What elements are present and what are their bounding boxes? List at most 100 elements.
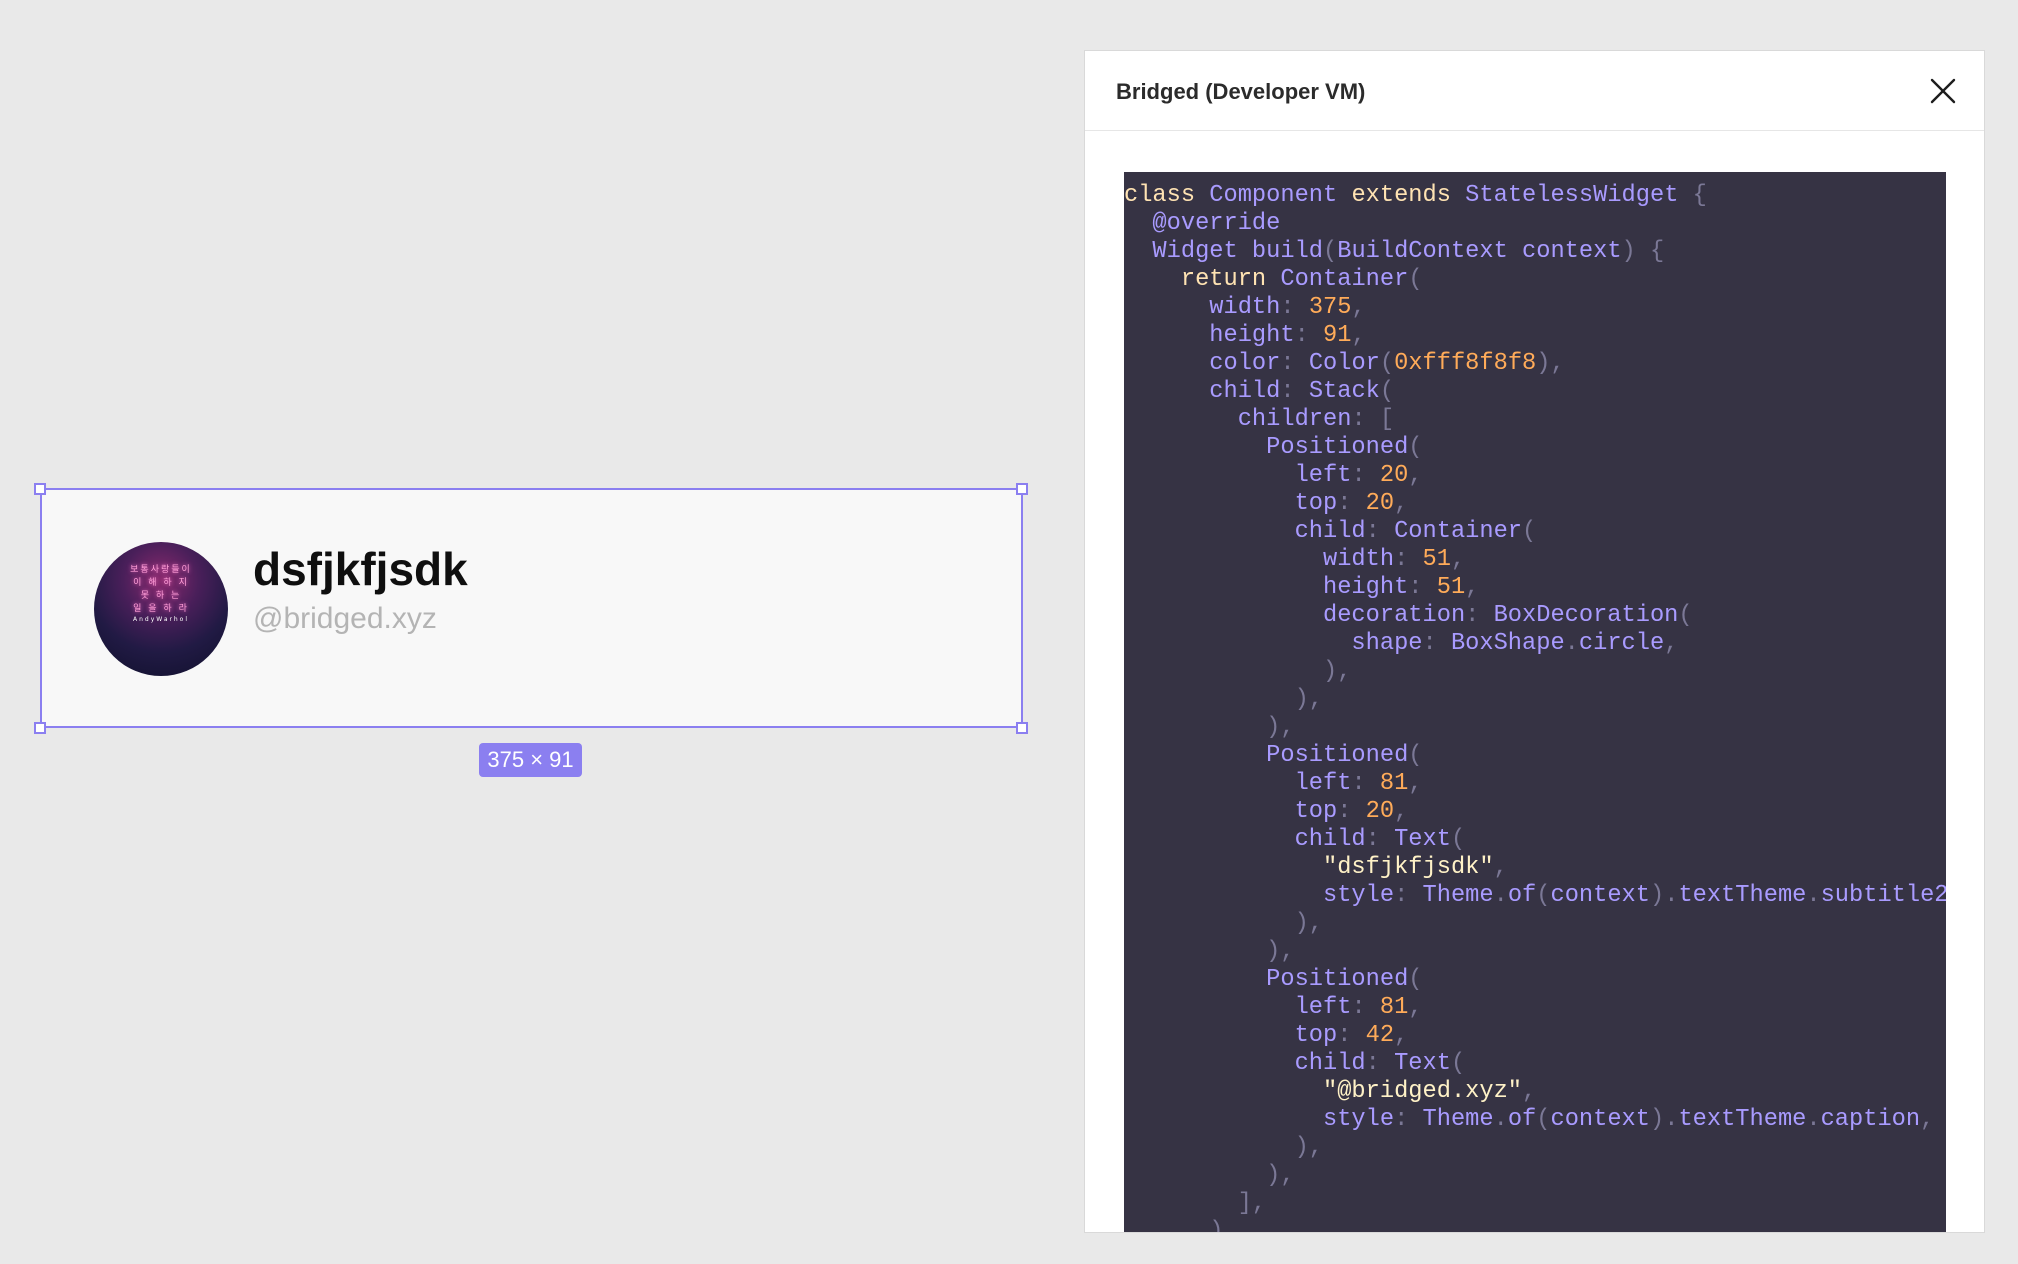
code-token: , [1408,770,1423,797]
code-line: Widget build(BuildContext context) { [1124,238,1946,266]
code-token: Positioned [1124,742,1409,769]
code-line: decoration: BoxDecoration( [1124,602,1946,630]
selected-component-frame[interactable]: 보통사랑들이 이 해 하 지 못 하 는 일 을 하 라 AndyWarhol … [40,488,1023,728]
code-token: BoxDecoration [1493,602,1679,629]
code-token: ), [1124,1218,1238,1233]
code-token: . [1806,882,1821,909]
code-token: ). [1650,882,1679,909]
code-token: ( [1408,742,1423,769]
code-line: ), [1124,1218,1946,1233]
resize-handle-top-left[interactable] [34,483,46,495]
code-line: left: 81, [1124,770,1946,798]
code-token: Component [1195,182,1352,209]
code-token: ). [1650,1106,1679,1133]
avatar: 보통사랑들이 이 해 하 지 못 하 는 일 을 하 라 AndyWarhol [94,542,228,676]
code-line: ), [1124,686,1946,714]
code-token: : [1294,322,1324,349]
code-token: Theme [1422,1106,1494,1133]
code-token: child [1124,518,1366,545]
code-line: ), [1124,910,1946,938]
code-token: 375 [1308,294,1352,321]
code-line: children: [ [1124,406,1946,434]
code-token: , [1664,630,1679,657]
code-token: ( [1379,350,1395,377]
profile-name: dsfjkfjsdk [253,543,468,595]
code-token: left [1124,462,1352,489]
code-token: ( [1450,826,1466,853]
resize-handle-bottom-right[interactable] [1016,722,1028,734]
code-line: ), [1124,1162,1946,1190]
code-token: class [1124,182,1196,209]
code-line: style: Theme.of(context).textTheme.capti… [1124,1106,1946,1134]
code-token: context [1550,882,1650,909]
code-token: decoration [1124,602,1466,629]
code-token: : [1365,1050,1395,1077]
code-token: context [1550,1106,1650,1133]
code-token: , [1394,490,1409,517]
code-token: Container [1394,518,1523,545]
avatar-artwork-text: 보통사랑들이 이 해 하 지 못 하 는 일 을 하 라 [130,565,192,614]
code-line: left: 20, [1124,462,1946,490]
code-token: : [1337,798,1366,825]
code-token: width [1124,546,1395,573]
code-line: Positioned( [1124,966,1946,994]
code-line: @override [1124,210,1946,238]
code-token: , [1522,1078,1537,1105]
code-token: top [1124,798,1338,825]
code-token: , [1351,294,1366,321]
code-token: : [ [1351,406,1395,433]
code-token: Positioned [1124,434,1409,461]
code-line: ), [1124,714,1946,742]
code-token: caption [1820,1106,1921,1133]
code-token: , [1920,1106,1935,1133]
code-token: ), [1124,686,1324,713]
code-token: ( [1408,966,1423,993]
code-token: ( [1522,518,1537,545]
code-token: child [1124,826,1366,853]
code-token: width [1124,294,1281,321]
code-line: width: 51, [1124,546,1946,574]
code-token: Positioned [1124,966,1409,993]
code-token: of [1507,882,1537,909]
resize-handle-bottom-left[interactable] [34,722,46,734]
code-line: child: Text( [1124,826,1946,854]
code-token: textTheme [1678,1106,1807,1133]
code-token: : [1365,518,1395,545]
code-panel: Bridged (Developer VM) class Component e… [1084,50,1985,1233]
code-line: top: 20, [1124,490,1946,518]
close-button[interactable] [1927,75,1959,107]
code-token: shape [1124,630,1423,657]
code-token: children [1124,406,1352,433]
code-token: ( [1408,266,1423,293]
code-line: child: Stack( [1124,378,1946,406]
code-token: 81 [1379,994,1409,1021]
code-token: Text [1394,1050,1451,1077]
code-line: child: Container( [1124,518,1946,546]
code-token: ) { [1621,238,1665,265]
code-token: ), [1124,1134,1324,1161]
code-line: width: 375, [1124,294,1946,322]
code-line: left: 81, [1124,994,1946,1022]
code-view[interactable]: class Component extends StatelessWidget … [1124,172,1946,1233]
code-token: : [1280,350,1309,377]
code-token: of [1507,1106,1537,1133]
code-token: Theme [1422,882,1494,909]
code-line: top: 20, [1124,798,1946,826]
code-token: "dsfjkfjsdk" [1124,854,1494,881]
code-line: Positioned( [1124,434,1946,462]
resize-handle-top-right[interactable] [1016,483,1028,495]
code-token: @override [1124,210,1281,237]
code-token: child [1124,1050,1366,1077]
code-token: ( [1408,434,1423,461]
code-line: Positioned( [1124,742,1946,770]
code-line: style: Theme.of(context).textTheme.subti… [1124,882,1946,910]
code-token: ), [1124,1162,1295,1189]
code-token: : [1280,294,1309,321]
code-token: . [1806,1106,1821,1133]
code-token: : [1337,1022,1366,1049]
code-token: , [1408,994,1423,1021]
code-token: style [1124,1106,1395,1133]
code-token: return [1180,266,1267,293]
code-token: ( [1450,1050,1466,1077]
